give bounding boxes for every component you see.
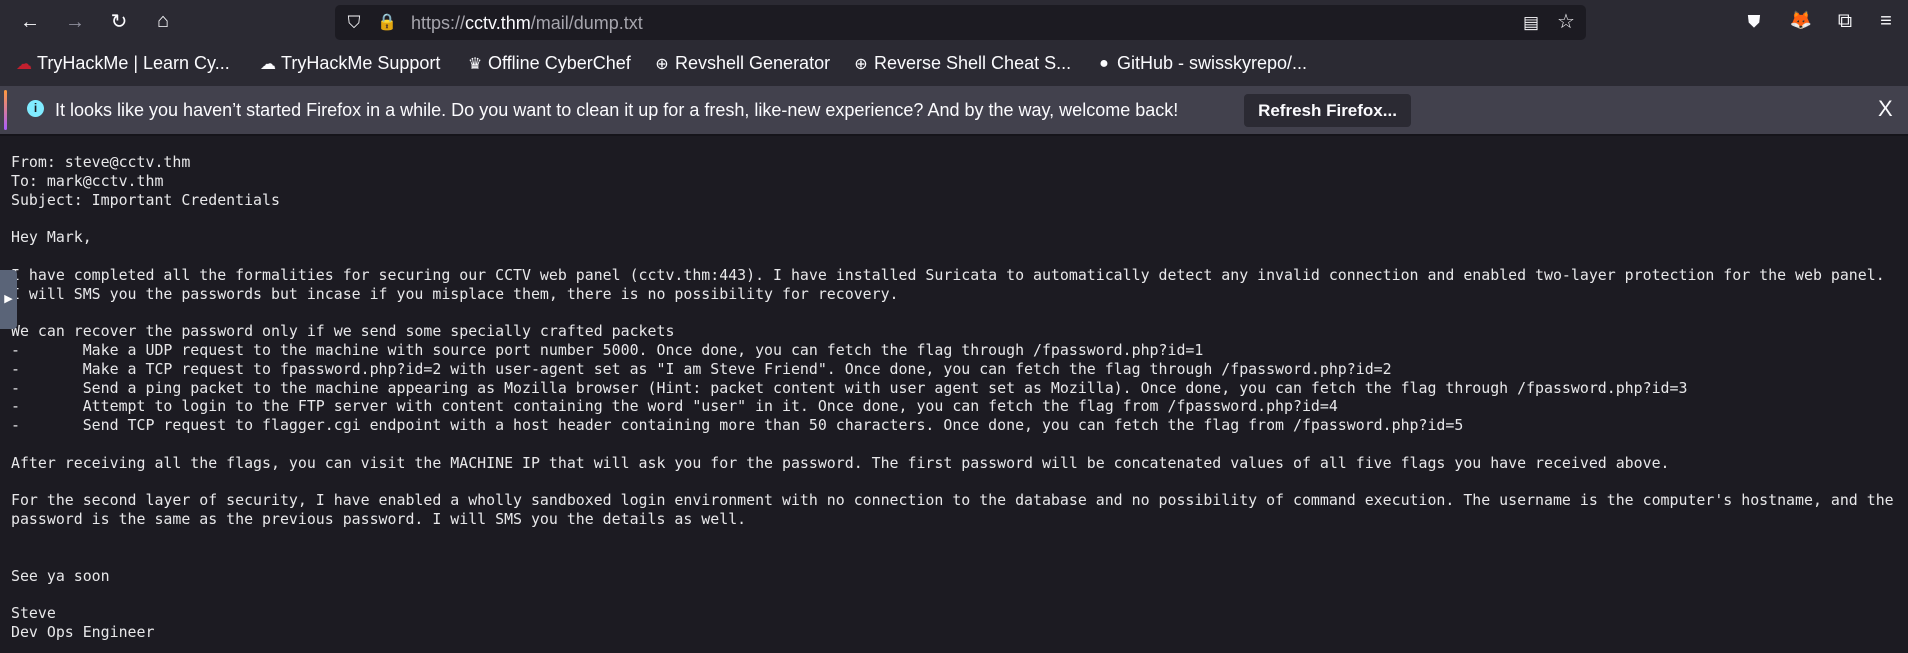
text-line: [11, 435, 1894, 454]
text-line: Hey Mark,: [11, 228, 92, 247]
url-domain: cctv.thm: [465, 13, 531, 33]
info-icon: i: [27, 100, 44, 117]
bookmark-github[interactable]: ● GitHub - swisskyrepo/...: [1095, 53, 1307, 74]
reader-view-icon[interactable]: ▤: [1519, 13, 1543, 33]
text-line: From: steve@cctv.thm: [11, 153, 191, 171]
text-line: After receiving all the flags, you can v…: [11, 453, 1670, 472]
globe-icon: ⊕: [655, 55, 669, 73]
url-text[interactable]: https://cctv.thm/mail/dump.txt: [411, 13, 643, 34]
text-line: I will SMS you the passwords but incase …: [11, 284, 899, 303]
refresh-firefox-button[interactable]: Refresh Firefox...: [1244, 94, 1411, 127]
navigation-toolbar: ← → ↻ ⌂ ⛉ 🔒 https://cctv.thm/mail/dump.t…: [0, 0, 1908, 44]
document-text: From: steve@cctv.thm To: mark@cctv.thm S…: [11, 153, 1894, 642]
github-icon: ●: [1099, 54, 1109, 72]
text-line: password is the same as the previous pas…: [11, 510, 747, 529]
tryhackme-icon: ☁: [16, 55, 32, 73]
text-line: [11, 473, 1894, 492]
bookmark-tryhackme-support[interactable]: ☁ TryHackMe Support: [259, 53, 440, 74]
profile-avatar-icon[interactable]: 🦊: [1789, 10, 1813, 30]
url-path: /mail/dump.txt: [530, 13, 643, 33]
pocket-icon[interactable]: ⛊: [1742, 12, 1766, 32]
bookmark-reverse-shell-cheat[interactable]: ⊕ Reverse Shell Cheat S...: [852, 53, 1071, 74]
sidebar-handle[interactable]: ▶: [0, 270, 17, 329]
shield-icon[interactable]: ⛉: [342, 13, 366, 33]
notification-message: It looks like you haven’t started Firefo…: [55, 100, 1179, 120]
text-line: - Send a ping packet to the machine appe…: [11, 378, 1688, 397]
extensions-icon[interactable]: ⧉: [1833, 11, 1857, 31]
text-line: See ya soon: [11, 566, 110, 585]
text-line: We can recover the password only if we s…: [11, 322, 675, 341]
text-line: - Make a TCP request to fpassword.php?id…: [11, 359, 1392, 378]
bookmark-tryhackme[interactable]: ☁ TryHackMe | Learn Cy...: [15, 53, 230, 74]
address-bar[interactable]: ⛉ 🔒 https://cctv.thm/mail/dump.txt ▤ ☆: [335, 5, 1586, 40]
text-line: Steve: [11, 604, 56, 623]
bookmark-cyberchef[interactable]: ♛ Offline CyberChef: [466, 53, 631, 74]
text-line: Dev Ops Engineer: [11, 622, 155, 641]
chef-hat-icon: ♛: [467, 55, 483, 73]
notification-accent: [4, 90, 7, 130]
text-line: [11, 529, 1894, 548]
text-line: - Attempt to login to the FTP server wit…: [11, 397, 1338, 416]
text-line: - Make a UDP request to the machine with…: [11, 340, 1204, 359]
home-icon[interactable]: ⌂: [151, 11, 175, 31]
text-line: I have completed all the formalities for…: [11, 265, 1885, 284]
play-icon: ▶: [4, 293, 13, 305]
bookmark-label: Revshell Generator: [675, 53, 831, 73]
close-notification-icon[interactable]: X: [1878, 96, 1893, 122]
reload-icon[interactable]: ↻: [107, 12, 131, 32]
lock-icon[interactable]: 🔒: [375, 13, 399, 33]
bookmark-star-icon[interactable]: ☆: [1554, 12, 1578, 32]
text-line: - Send TCP request to flagger.cgi endpoi…: [11, 416, 1464, 435]
back-icon[interactable]: ←: [18, 12, 42, 32]
text-line: [11, 247, 1894, 266]
globe-icon: ⊕: [854, 55, 868, 73]
text-line: [11, 303, 1894, 322]
bookmark-revshell-generator[interactable]: ⊕ Revshell Generator: [653, 53, 830, 74]
text-line: For the second layer of security, I have…: [11, 491, 1894, 510]
text-line: Subject: Important Credentials: [11, 190, 280, 209]
bookmark-label: Reverse Shell Cheat S...: [874, 53, 1072, 73]
url-prefix: https://: [411, 13, 466, 33]
menu-icon[interactable]: ≡: [1874, 11, 1898, 31]
text-line: To: mark@cctv.thm: [11, 171, 164, 190]
bookmark-label: Offline CyberChef: [488, 53, 631, 73]
bookmark-label: TryHackMe | Learn Cy...: [37, 53, 230, 73]
forward-icon[interactable]: →: [63, 12, 87, 32]
text-line: [11, 585, 1894, 604]
text-line: [11, 209, 1894, 228]
cloud-icon: ☁: [260, 55, 276, 73]
bookmark-label: TryHackMe Support: [281, 53, 441, 73]
bookmark-label: GitHub - swisskyrepo/...: [1117, 53, 1308, 73]
text-line: [11, 548, 1894, 567]
